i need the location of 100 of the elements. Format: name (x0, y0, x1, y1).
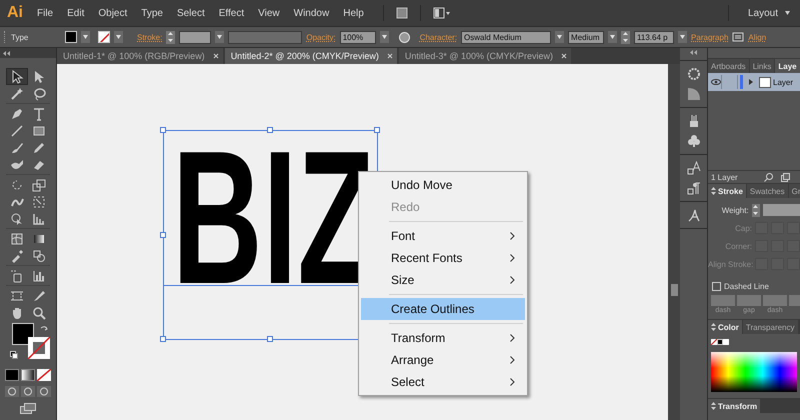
expand-icon[interactable] (711, 402, 716, 410)
font-size-field[interactable]: 113.64 p (634, 30, 674, 44)
club-icon[interactable] (686, 134, 700, 148)
stepper-button[interactable] (166, 30, 176, 44)
close-icon[interactable] (561, 53, 568, 59)
menu-option[interactable]: Select (361, 371, 525, 393)
selection-handle[interactable] (160, 127, 166, 133)
menu-option[interactable]: Arrange (361, 349, 525, 371)
swap-icon[interactable] (40, 325, 48, 333)
fill-color-swatch[interactable] (12, 323, 34, 345)
menu-item[interactable]: Effect (212, 8, 252, 18)
document-tab[interactable]: Untitled-1* @ 100% (RGB/Preview) (57, 48, 223, 64)
panel-tab[interactable]: Transform (708, 399, 760, 413)
dash-field[interactable] (711, 295, 735, 306)
dropdown-button[interactable] (555, 31, 564, 43)
paragraph-options-icon[interactable] (732, 32, 744, 42)
close-icon[interactable] (212, 53, 219, 59)
selection-handle[interactable] (267, 336, 273, 342)
dashed-line-checkbox[interactable] (712, 282, 721, 290)
selection-handle[interactable] (374, 127, 380, 133)
stroke-weight-field[interactable] (179, 30, 212, 44)
menu-item[interactable]: Select (170, 8, 212, 18)
font-family-field[interactable]: Oswald Medium (461, 30, 552, 44)
new-layer-icon[interactable] (780, 172, 790, 182)
panel-tab[interactable]: Artboards (708, 59, 749, 73)
collapse-icon[interactable] (3, 50, 10, 56)
menu-option[interactable]: Transform (361, 327, 525, 349)
fill-swatch[interactable] (65, 31, 77, 43)
font-style-field[interactable]: Medium (568, 30, 604, 44)
dropdown-button[interactable] (215, 31, 224, 43)
bridge-icon[interactable] (396, 7, 408, 19)
layer-name[interactable]: Layer (773, 78, 794, 86)
menu-item[interactable]: Type (134, 8, 170, 18)
menu-item[interactable]: View (251, 8, 287, 18)
eye-icon[interactable] (710, 79, 720, 85)
tool-button[interactable] (6, 68, 28, 85)
glyphs-icon[interactable] (686, 208, 700, 222)
gradient-panel-icon[interactable] (686, 87, 700, 101)
expand-icon[interactable] (711, 323, 716, 331)
document-tab[interactable]: Untitled-3* @ 100% (CMYK/Preview) (398, 48, 572, 64)
none-swatch[interactable] (711, 339, 717, 345)
document-tab[interactable]: Untitled-2* @ 200% (CMYK/Preview) (224, 48, 397, 64)
workspace-switcher[interactable]: Layout (740, 8, 785, 18)
dash-field[interactable] (763, 295, 787, 306)
color-mode-button[interactable] (5, 369, 19, 381)
knife-icon (32, 288, 46, 302)
color-spectrum[interactable] (711, 352, 797, 392)
selection-handle[interactable] (267, 127, 273, 133)
menu-item[interactable]: File (30, 8, 60, 18)
dropdown-button[interactable] (81, 31, 90, 43)
draw-mode-icon[interactable] (5, 386, 19, 397)
dash-field[interactable] (737, 295, 761, 306)
sunburst-icon[interactable] (686, 67, 700, 81)
draw-mode-icon[interactable] (37, 386, 51, 397)
collapse-icon[interactable] (690, 50, 697, 55)
panel-tab[interactable]: Links (750, 59, 774, 73)
layout-icon[interactable] (432, 7, 451, 19)
search-icon[interactable] (764, 172, 773, 182)
caret-icon[interactable] (785, 11, 790, 15)
layer-row[interactable]: Layer (708, 73, 800, 91)
panel-tab[interactable]: Swatches (746, 184, 788, 198)
globe-icon[interactable] (398, 32, 410, 42)
expand-arrow-icon[interactable] (748, 79, 754, 85)
color-swatch[interactable] (717, 339, 723, 345)
panel-tab[interactable]: Stroke (708, 184, 746, 198)
dropdown-button[interactable] (608, 31, 618, 43)
profile-field[interactable] (228, 30, 302, 44)
weight-field[interactable] (763, 204, 800, 216)
draw-mode-icon[interactable] (21, 386, 35, 397)
stroke-swatch[interactable] (98, 31, 110, 43)
default-colors-icon[interactable] (10, 351, 18, 359)
panel-tab[interactable]: Laye (775, 59, 800, 73)
character-icon[interactable] (686, 161, 700, 175)
stepper-button[interactable] (752, 204, 760, 216)
panel-tab[interactable]: Gr (788, 184, 800, 198)
gradient-mode-button[interactable] (21, 369, 35, 381)
none-mode-button[interactable] (37, 369, 51, 381)
selection-handle[interactable] (160, 232, 166, 238)
stepper-button[interactable] (621, 30, 630, 44)
menu-item[interactable]: Help (336, 8, 371, 18)
selection-handle[interactable] (160, 336, 166, 342)
panel-tab[interactable]: Transparency (742, 320, 798, 334)
panel-tab[interactable]: Color (708, 320, 742, 334)
menu-item[interactable]: Window (286, 8, 336, 18)
menu-item[interactable]: Edit (60, 8, 92, 18)
opacity-field[interactable]: 100% (340, 30, 376, 44)
scrollbar[interactable] (668, 64, 680, 420)
dropdown-button[interactable] (380, 31, 389, 43)
menu-option[interactable]: Create Outlines (361, 298, 525, 320)
color-swatch[interactable] (723, 339, 729, 345)
caret-icon (217, 35, 222, 39)
dropdown-button[interactable] (678, 31, 688, 43)
screen-mode-icon[interactable] (20, 403, 36, 414)
caret-icon (116, 35, 121, 39)
dropdown-button[interactable] (114, 31, 123, 43)
close-icon[interactable] (386, 53, 393, 59)
stroke-color-swatch[interactable] (28, 337, 50, 359)
menu-item[interactable]: Object (91, 8, 134, 18)
paragraph-icon[interactable] (686, 181, 700, 195)
expand-icon[interactable] (711, 187, 716, 195)
